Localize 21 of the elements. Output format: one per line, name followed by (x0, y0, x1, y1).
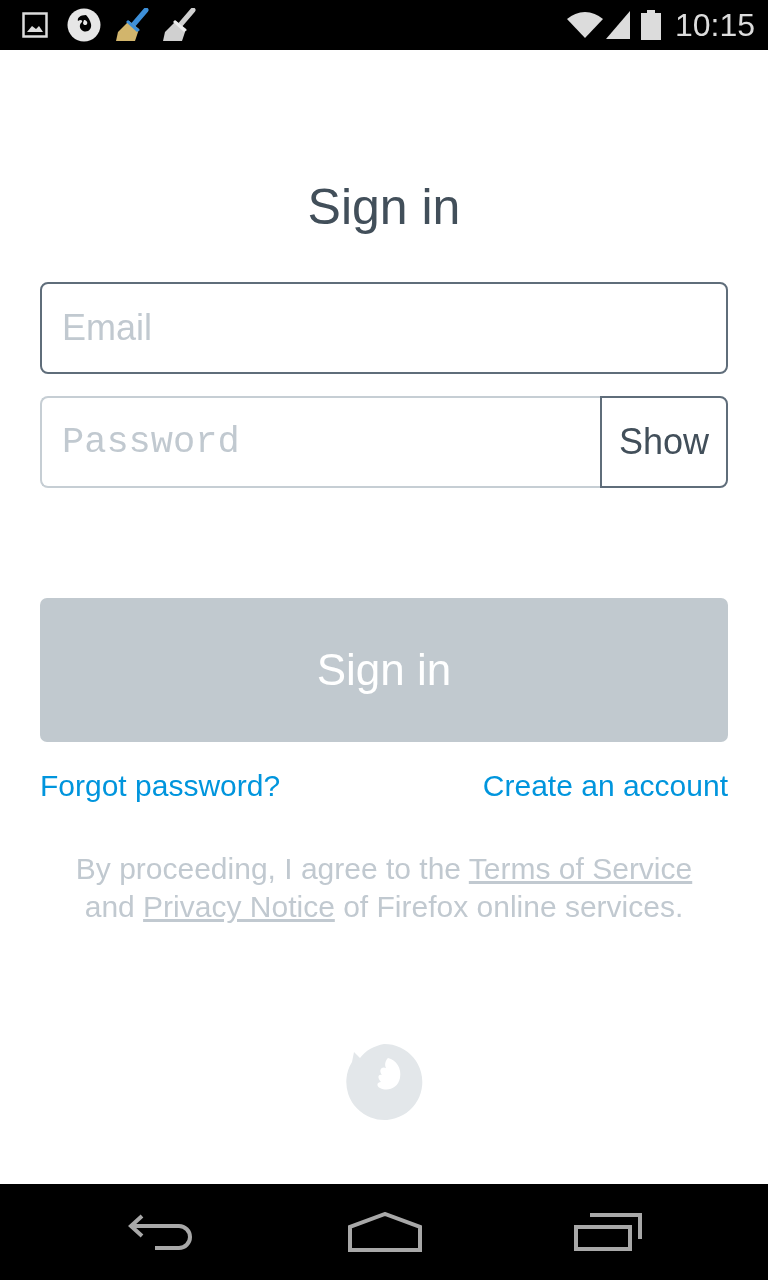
terms-notice: By proceeding, I agree to the Terms of Service and Privacy Notice of Firefox online services. (74, 851, 694, 925)
broom-icon (162, 8, 196, 42)
clock-time: 10:15 (674, 7, 755, 43)
round-logo-icon (344, 1042, 424, 1122)
signal-icon (605, 11, 630, 39)
legal-link[interactable]: Terms of Service (468, 852, 693, 885)
image-icon (22, 12, 48, 38)
show-password-button[interactable]: Show (600, 396, 728, 488)
page-title: Sign in (306, 178, 462, 237)
recent-apps-icon[interactable] (574, 1213, 644, 1251)
home-icon[interactable] (347, 1212, 422, 1252)
wifi-icon (565, 11, 604, 39)
round-logo-icon (67, 8, 101, 42)
email-field[interactable]: Email (40, 282, 728, 374)
back-icon[interactable] (127, 1213, 195, 1251)
forgot-password-link[interactable]: Forgot password? (40, 768, 281, 804)
password-field[interactable]: Password (40, 396, 600, 488)
legal-link[interactable]: Privacy Notice (143, 890, 335, 923)
create-account-link[interactable]: Create an account (482, 768, 728, 804)
battery-icon (640, 10, 661, 40)
broom-icon (115, 8, 149, 42)
